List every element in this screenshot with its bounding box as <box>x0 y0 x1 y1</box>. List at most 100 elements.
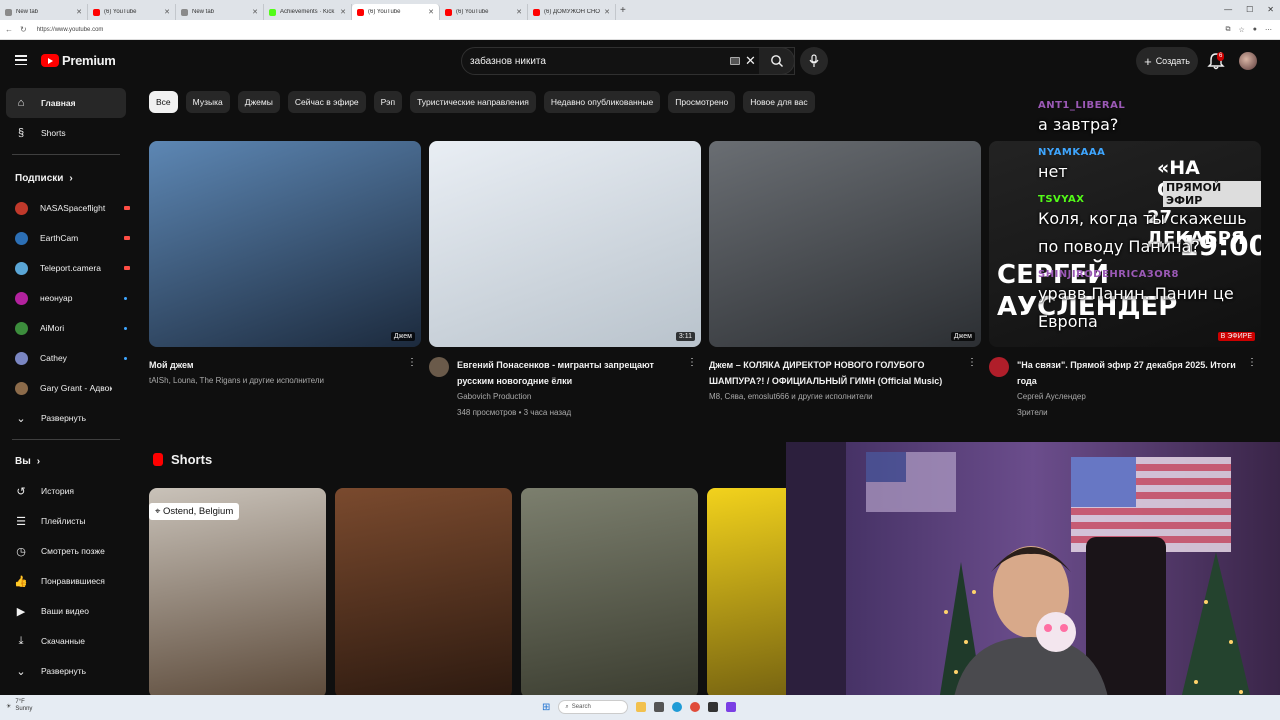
favorites-icon[interactable]: ☆ <box>1238 26 1244 34</box>
close-icon[interactable]: ✕ <box>1267 5 1274 14</box>
create-button[interactable]: + Создать <box>1136 47 1198 75</box>
browser-tab[interactable]: (6) ДОМУЖОН СНОВА НЕ ГУСОВ ✕ <box>528 4 616 20</box>
channel-avatar[interactable] <box>429 357 449 377</box>
chat-message: SHINJIRODEHRICA3OR8 уравв Панин. Панин це… <box>1038 269 1270 336</box>
subscription-item[interactable]: NASASpaceflight <box>0 193 132 223</box>
search-box[interactable]: забазнов никита ✕ <box>461 47 795 75</box>
browser-tab[interactable]: (6) YouTube ✕ <box>88 4 176 20</box>
clear-search-icon[interactable]: ✕ <box>745 53 756 69</box>
close-tab-icon[interactable]: ✕ <box>604 8 610 16</box>
subscription-item[interactable]: Teleport.camera <box>0 253 132 283</box>
menu-icon[interactable]: ⋯ <box>1265 26 1272 34</box>
video-text: Евгений Понасенков - мигранты запрещают … <box>457 357 683 421</box>
video-card[interactable]: 3:11 Евгений Понасенков - мигранты запрещ… <box>429 141 701 421</box>
edge-icon[interactable] <box>672 702 683 712</box>
video-thumbnail[interactable]: Джем <box>709 141 981 347</box>
close-tab-icon[interactable]: ✕ <box>340 8 346 16</box>
you-heading[interactable]: Вы › <box>0 446 132 476</box>
video-thumbnail[interactable]: Джем <box>149 141 421 347</box>
filter-chip[interactable]: Новое для вас <box>743 91 815 113</box>
short-thumbnail[interactable]: ⌖ Ostend, Belgium <box>149 488 326 695</box>
close-tab-icon[interactable]: ✕ <box>516 8 522 16</box>
short-thumbnail[interactable] <box>335 488 512 695</box>
filter-chip[interactable]: Сейчас в эфире <box>287 91 366 113</box>
video-channel[interactable]: Gabovich Production <box>457 389 683 405</box>
video-text: "На связи". Прямой эфир 27 декабря 2025.… <box>1017 357 1243 421</box>
video-title[interactable]: Мой джем <box>149 357 403 373</box>
more-options-icon[interactable]: ⋮ <box>687 357 697 368</box>
url-field[interactable]: https://www.youtube.com <box>37 27 104 33</box>
extensions-icon[interactable]: ⧉ <box>1225 26 1230 34</box>
sidebar-item-you[interactable]: ⌄ Развернуть <box>6 656 126 686</box>
video-card[interactable]: Джем Джем – КОЛЯКА ДИРЕКТОР НОВОГО ГОЛУБО… <box>709 141 981 421</box>
task-view-icon[interactable] <box>654 702 665 712</box>
app-icon[interactable] <box>708 702 719 712</box>
more-options-icon[interactable]: ⋮ <box>967 357 977 368</box>
sidebar-item-you[interactable]: ⤓ Скачанные <box>6 626 126 656</box>
close-tab-icon[interactable]: ✕ <box>428 8 434 16</box>
browser-tab[interactable]: (6) YouTube ✕ <box>440 4 528 20</box>
minimize-icon[interactable]: — <box>1224 5 1232 14</box>
channel-avatar[interactable] <box>989 357 1009 377</box>
browser-tab[interactable]: New tab ✕ <box>176 4 264 20</box>
video-title[interactable]: Джем – КОЛЯКА ДИРЕКТОР НОВОГО ГОЛУБОГО Ш… <box>709 357 963 389</box>
filter-chip[interactable]: Музыка <box>185 91 230 113</box>
weather-widget[interactable]: ☀ 7°F Sunny <box>6 699 32 713</box>
back-icon[interactable]: ← <box>5 25 13 34</box>
video-card[interactable]: Джем Мой джем tAISh, Louna, The Rigans и д… <box>149 141 421 421</box>
filter-chip[interactable]: Недавно опубликованные <box>543 91 661 113</box>
youtube-logo[interactable]: Premium <box>41 53 116 68</box>
search-input[interactable]: забазнов никита <box>470 56 546 67</box>
maximize-icon[interactable]: ☐ <box>1246 5 1253 14</box>
reload-icon[interactable]: ↻ <box>20 25 27 34</box>
sidebar-item-you[interactable]: ☰ Плейлисты <box>6 506 126 536</box>
video-stats: 348 просмотров • 3 часа назад <box>457 408 572 417</box>
sidebar-item-you[interactable]: 👍 Понравившиеся <box>6 566 126 596</box>
subscription-item[interactable]: AiMori <box>0 313 132 343</box>
short-thumbnail[interactable] <box>521 488 698 695</box>
subscription-item[interactable]: Cathey <box>0 343 132 373</box>
video-channel[interactable]: tAISh, Louna, The Rigans и другие исполн… <box>149 373 403 389</box>
browser-tab[interactable]: Achievements · Kick Dashboard ✕ <box>264 4 352 20</box>
file-explorer-icon[interactable] <box>636 702 647 712</box>
close-tab-icon[interactable]: ✕ <box>164 8 170 16</box>
sidebar-item-shorts[interactable]: § Shorts <box>6 118 126 148</box>
subscription-item[interactable]: Gary Grant - Адвокат <box>0 373 132 403</box>
more-options-icon[interactable]: ⋮ <box>1247 357 1257 368</box>
account-avatar[interactable] <box>1239 52 1257 70</box>
browser-tab[interactable]: New tab ✕ <box>0 4 88 20</box>
taskbar-search[interactable]: ⌕ Search <box>558 700 629 714</box>
sidebar-item-home[interactable]: ⌂ Главная <box>6 88 126 118</box>
profile-icon[interactable]: ● <box>1253 26 1257 34</box>
filter-chip[interactable]: Просмотрено <box>668 91 736 113</box>
video-channel[interactable]: M8, Сява, emoslut666 и другие исполнител… <box>709 389 963 405</box>
filter-chip[interactable]: Все <box>149 91 178 113</box>
new-tab-button[interactable]: + <box>620 5 626 16</box>
close-tab-icon[interactable]: ✕ <box>76 8 82 16</box>
filter-chip[interactable]: Туристические направления <box>410 91 536 113</box>
keyboard-icon[interactable] <box>730 57 740 65</box>
video-title[interactable]: Евгений Понасенков - мигранты запрещают … <box>457 357 683 389</box>
video-title[interactable]: "На связи". Прямой эфир 27 декабря 2025.… <box>1017 357 1243 389</box>
app-icon[interactable] <box>726 702 737 712</box>
video-channel[interactable]: Сергей Ауслендер <box>1017 389 1243 405</box>
sidebar-item-you[interactable]: ↺ История <box>6 476 126 506</box>
more-options-icon[interactable]: ⋮ <box>407 357 417 368</box>
filter-chip[interactable]: Джемы <box>237 91 280 113</box>
subscription-item[interactable]: неонуар <box>0 283 132 313</box>
sidebar-item-you[interactable]: ▶ Ваши видео <box>6 596 126 626</box>
sidebar-item-you[interactable]: ◷ Смотреть позже <box>6 536 126 566</box>
start-icon[interactable]: ⊞ <box>542 702 550 713</box>
expand-subscriptions[interactable]: ⌄ Развернуть <box>6 403 126 433</box>
chrome-icon[interactable] <box>690 702 701 712</box>
filter-chip[interactable]: Рэп <box>373 91 403 113</box>
menu-icon[interactable] <box>15 55 27 65</box>
browser-tab[interactable]: (6) YouTube ✕ <box>352 4 440 20</box>
search-button[interactable] <box>759 47 795 75</box>
subscriptions-heading[interactable]: Подписки › <box>0 163 132 193</box>
subscription-item[interactable]: EarthCam <box>0 223 132 253</box>
close-tab-icon[interactable]: ✕ <box>252 8 258 16</box>
video-thumbnail[interactable]: 3:11 <box>429 141 701 347</box>
video-duration-badge: 3:11 <box>675 332 695 341</box>
voice-search-button[interactable] <box>800 47 828 75</box>
